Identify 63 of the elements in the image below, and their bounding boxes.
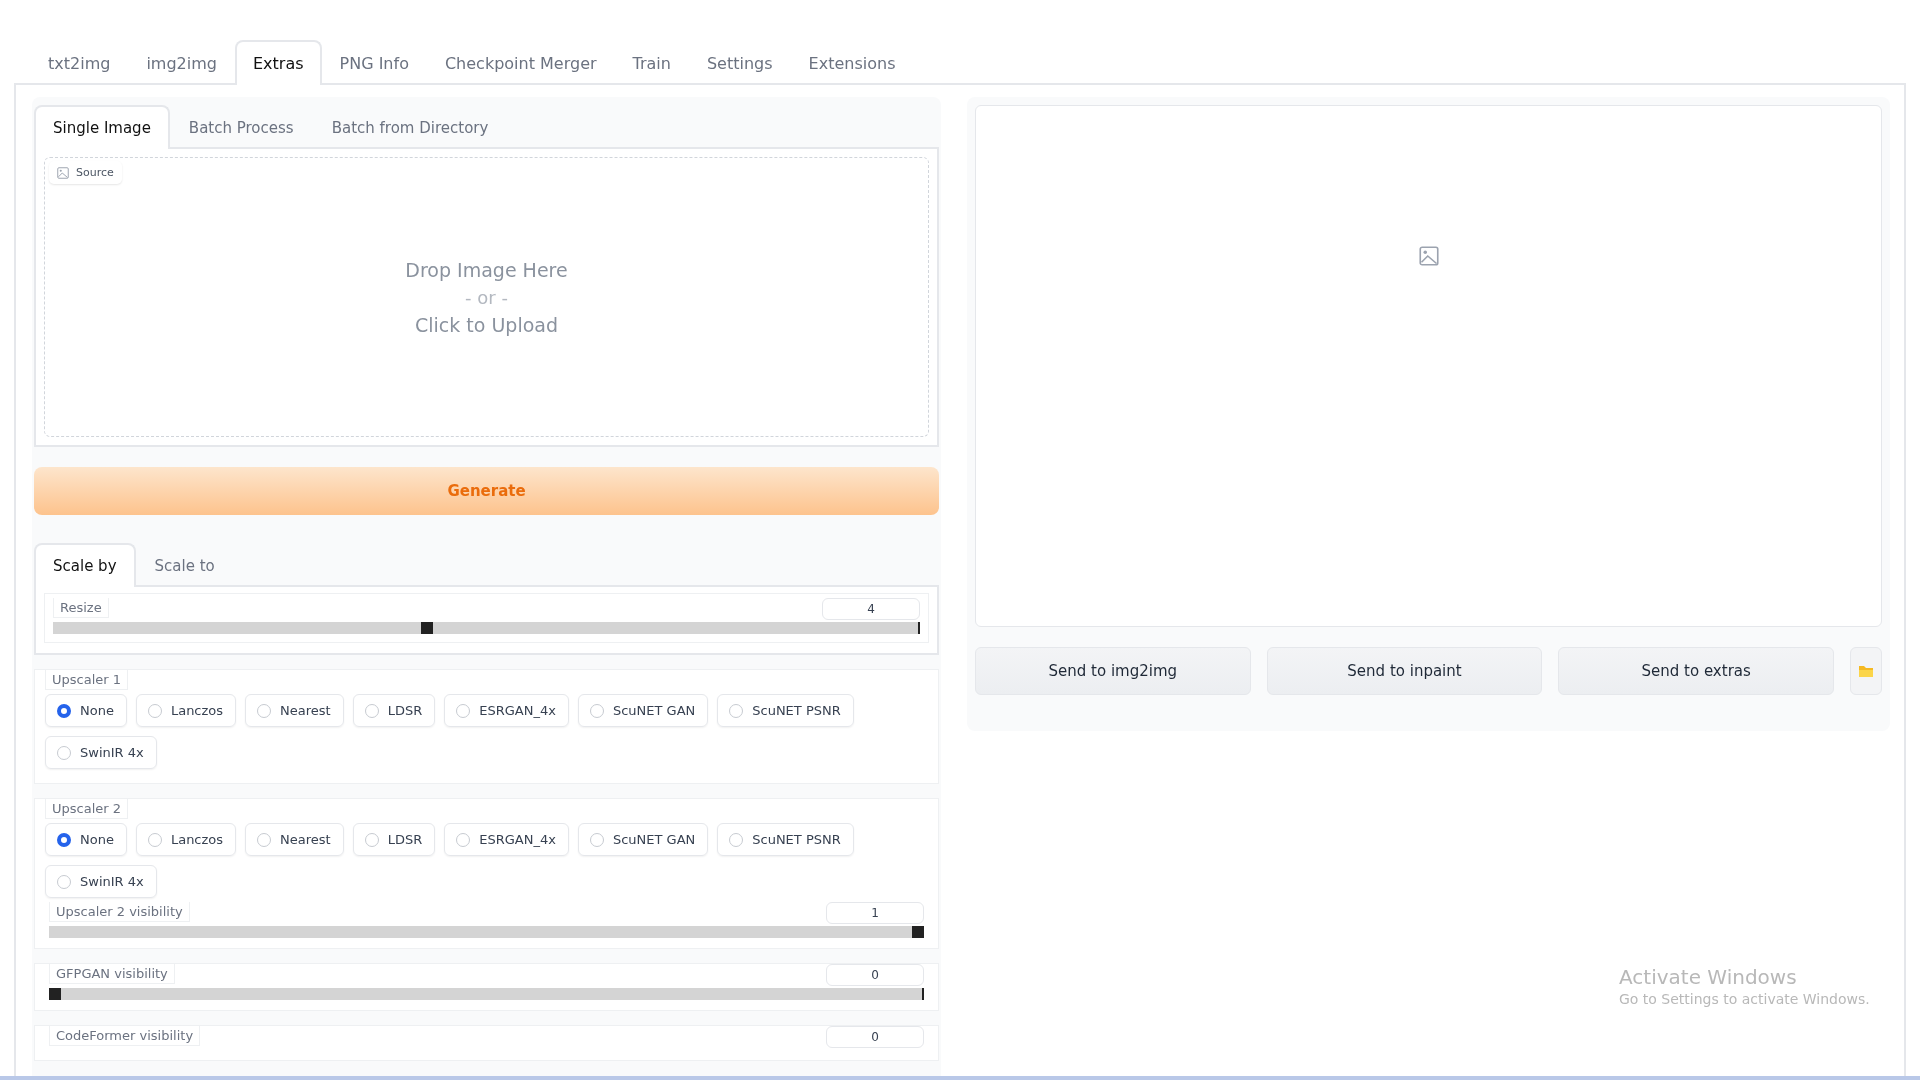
number-field[interactable]: 0 bbox=[826, 964, 924, 986]
tab[interactable]: txt2img bbox=[30, 40, 129, 85]
slider-thumb[interactable] bbox=[912, 926, 924, 938]
slider-label: Upscaler 2 visibility bbox=[49, 902, 190, 922]
tab[interactable]: Extras bbox=[234, 40, 322, 85]
send-button[interactable]: Send to img2img bbox=[975, 647, 1251, 695]
radio-option[interactable]: ScuNET GAN bbox=[577, 694, 709, 727]
tab[interactable]: Single Image bbox=[34, 105, 170, 149]
radio-option[interactable]: ScuNET PSNR bbox=[717, 694, 854, 727]
group-label: Upscaler 2 bbox=[45, 799, 128, 819]
send-button[interactable]: Send to inpaint bbox=[1266, 647, 1543, 695]
radio-option[interactable]: LDSR bbox=[352, 823, 436, 856]
number-field[interactable]: 1 bbox=[826, 902, 924, 924]
radio-option[interactable]: None bbox=[45, 823, 127, 856]
slider-label: Resize bbox=[53, 598, 109, 618]
tab[interactable]: Batch from Directory bbox=[312, 105, 508, 149]
radio-option[interactable]: ScuNET GAN bbox=[577, 823, 709, 856]
drop-text: Drop Image Here bbox=[405, 258, 568, 281]
radio-button[interactable] bbox=[57, 832, 71, 847]
tab[interactable]: PNG Info bbox=[321, 40, 427, 85]
tab[interactable]: Settings bbox=[688, 40, 791, 85]
radio-button[interactable] bbox=[57, 703, 71, 718]
slider-track[interactable] bbox=[53, 622, 920, 634]
radio-option[interactable]: Lanczos bbox=[135, 694, 237, 727]
slider-label: CodeFormer visibility bbox=[49, 1026, 201, 1046]
image-icon bbox=[57, 166, 69, 179]
slider-thumb[interactable] bbox=[420, 622, 433, 634]
slider-label: GFPGAN visibility bbox=[49, 964, 175, 984]
radio-option[interactable]: Nearest bbox=[245, 823, 344, 856]
number-field[interactable]: 0 bbox=[826, 1026, 924, 1048]
folder-button[interactable] bbox=[1850, 647, 1882, 695]
notice-title: Activate Windows bbox=[1619, 965, 1798, 989]
or-text: - or - bbox=[465, 286, 508, 308]
number-field[interactable]: 4 bbox=[822, 598, 920, 620]
radio-option[interactable]: None bbox=[45, 694, 127, 727]
track-end-mark bbox=[918, 622, 920, 634]
upload-text: Click to Upload bbox=[415, 313, 558, 336]
slider-track[interactable] bbox=[49, 988, 924, 1000]
send-button[interactable]: Send to extras bbox=[1558, 647, 1834, 695]
slider-thumb[interactable] bbox=[49, 988, 61, 1000]
radio-option[interactable]: ScuNET PSNR bbox=[717, 823, 854, 856]
tab[interactable]: Scale by bbox=[34, 543, 136, 587]
label-text: Source bbox=[76, 166, 114, 179]
folder-icon bbox=[1858, 664, 1874, 678]
radio-option[interactable]: LDSR bbox=[352, 694, 436, 727]
tab[interactable]: Extensions bbox=[790, 40, 914, 85]
radio-option[interactable]: Lanczos bbox=[135, 823, 237, 856]
radio-option[interactable]: SwinIR 4x bbox=[45, 736, 157, 769]
tab[interactable]: Checkpoint Merger bbox=[426, 40, 615, 85]
notice-text: Go to Settings to activate Windows. bbox=[1619, 991, 1870, 1007]
tab[interactable]: Train bbox=[614, 40, 689, 85]
image-icon bbox=[1418, 246, 1439, 266]
tab[interactable]: Scale to bbox=[135, 543, 234, 587]
radio-option[interactable]: ESRGAN_4x bbox=[444, 694, 569, 727]
radio-option[interactable]: SwinIR 4x bbox=[45, 865, 157, 898]
tab[interactable]: Batch Process bbox=[169, 105, 313, 149]
radio-option[interactable]: ESRGAN_4x bbox=[444, 823, 569, 856]
radio-option[interactable]: Nearest bbox=[245, 694, 344, 727]
slider-track[interactable] bbox=[49, 926, 924, 938]
group-label: Upscaler 1 bbox=[45, 670, 128, 690]
tab[interactable]: img2img bbox=[128, 40, 235, 85]
track-end-mark bbox=[922, 988, 924, 1000]
upload-area[interactable]: Source Drop Image Here - or - Click to Upload bbox=[44, 157, 929, 437]
